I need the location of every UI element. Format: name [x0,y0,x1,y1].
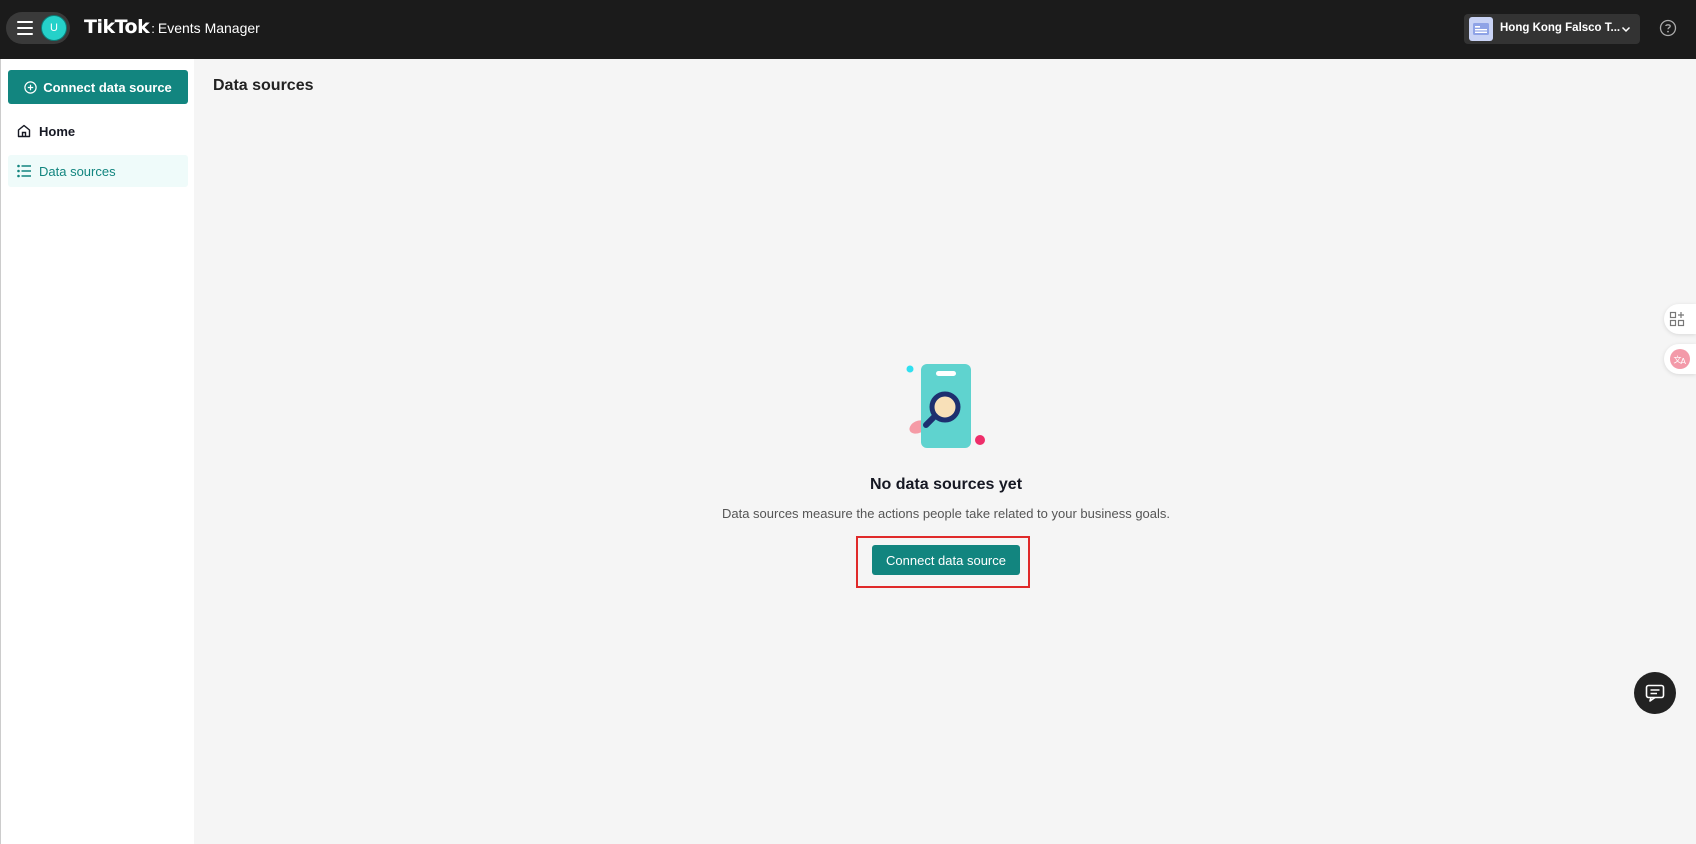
account-selector[interactable]: Hong Kong Falsco T... [1464,14,1640,44]
home-icon [17,124,31,138]
sidebar-item-data-sources[interactable]: Data sources [8,155,188,187]
empty-state-description: Data sources measure the actions people … [721,506,1171,521]
user-avatar[interactable]: U [41,15,67,41]
help-icon[interactable] [1659,19,1677,37]
hamburger-menu-icon[interactable] [17,21,33,35]
sidebar-connect-data-source-button[interactable]: Connect data source [8,70,188,104]
chevron-down-icon [1621,26,1631,33]
page-title: Data sources [213,77,314,94]
account-name: Hong Kong Falsco T... [1500,22,1621,34]
translate-icon: 文 A [1670,349,1690,369]
apps-tool[interactable] [1664,304,1696,334]
svg-text:A: A [1681,357,1687,366]
account-card-icon [1469,17,1493,41]
sidebar-connect-label: Connect data source [43,79,172,95]
chat-support-button[interactable] [1634,672,1676,714]
list-icon [17,164,31,178]
brand-logo[interactable]: TikTok : Events Manager [84,16,260,38]
sidebar: Connect data source Home Data sources [0,59,194,844]
phone-search-illustration-icon [906,364,985,448]
product-name: Events Manager [157,20,260,36]
brand-separator: : [151,21,155,36]
top-navigation-bar: U TikTok : Events Manager Hong Kong Fals… [0,0,1696,59]
empty-state-title: No data sources yet [869,476,1023,493]
connect-data-source-button[interactable]: Connect data source [872,545,1020,575]
chat-icon [1645,684,1665,702]
sidebar-item-label: Data sources [39,163,116,179]
add-app-grid-icon [1669,311,1685,327]
translate-tool[interactable]: 文 A [1664,344,1696,374]
tiktok-logo-text: TikTok [84,16,150,38]
menu-toggle[interactable]: U [6,12,70,44]
sidebar-item-label: Home [39,123,76,139]
sidebar-item-home[interactable]: Home [8,115,188,147]
plus-circle-icon [24,80,37,94]
